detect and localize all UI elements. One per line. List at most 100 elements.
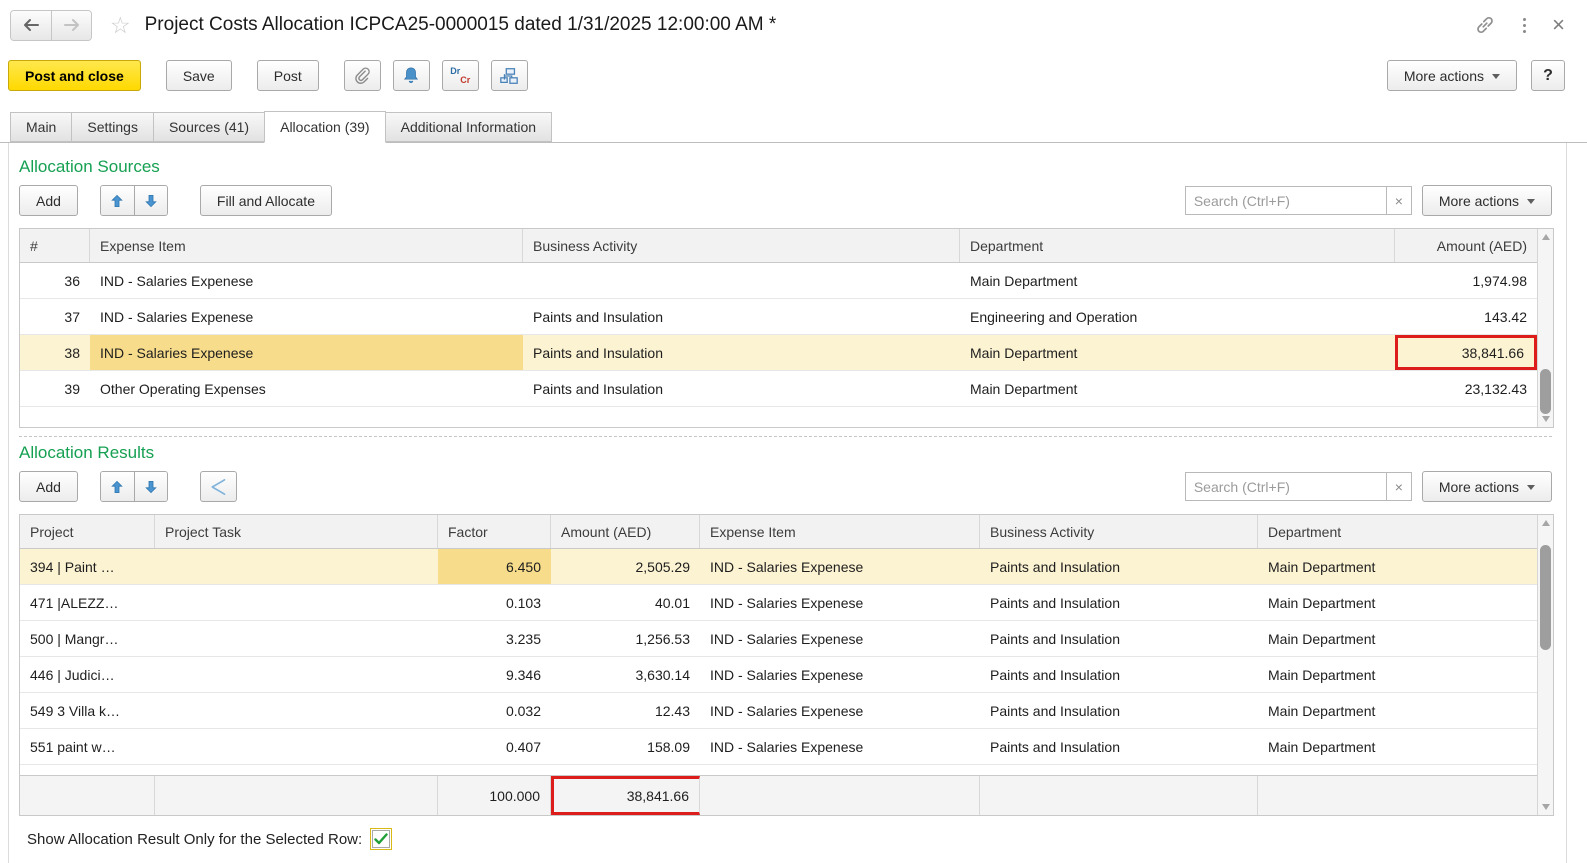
window-menu-icon[interactable] (1519, 14, 1530, 37)
table-row[interactable]: 37IND - Salaries ExpenesePaints and Insu… (20, 299, 1537, 335)
tab-allocation-39[interactable]: Allocation (39) (264, 111, 386, 143)
column-header-business-activity[interactable]: Business Activity (523, 229, 960, 262)
reminders-button[interactable] (393, 60, 430, 91)
cell-business-activity[interactable]: Paints and Insulation (523, 299, 960, 334)
cell-expense-item[interactable]: Other Operating Expenses (90, 371, 523, 406)
sources-scrollbar[interactable] (1537, 229, 1553, 427)
cell-business-activity[interactable]: Paints and Insulation (980, 549, 1258, 584)
move-down-button[interactable] (134, 186, 167, 215)
table-row[interactable]: 500 | Mangr…3.2351,256.53IND - Salaries … (20, 621, 1537, 657)
column-header-amount[interactable]: Amount (AED) (551, 515, 700, 548)
cell-expense-item[interactable]: IND - Salaries Expenese (700, 549, 980, 584)
sources-more-actions-button[interactable]: More actions (1422, 185, 1552, 216)
cell-expense-item[interactable]: IND - Salaries Expenese (90, 335, 523, 370)
cell-amount[interactable]: 12.43 (551, 693, 700, 728)
cell-num[interactable]: 38 (20, 335, 90, 370)
table-row[interactable]: 38IND - Salaries ExpenesePaints and Insu… (20, 335, 1537, 371)
column-header-project-task[interactable]: Project Task (155, 515, 438, 548)
cell-task[interactable] (155, 585, 438, 620)
cell-expense-item[interactable]: IND - Salaries Expenese (90, 263, 523, 298)
cell-business-activity[interactable]: Paints and Insulation (523, 371, 960, 406)
post-button[interactable]: Post (257, 60, 319, 91)
cell-amount[interactable]: 23,132.43 (1395, 371, 1537, 406)
column-header-business-activity[interactable]: Business Activity (980, 515, 1258, 548)
cell-amount[interactable]: 143.42 (1395, 299, 1537, 334)
column-header-expense-item[interactable]: Expense Item (90, 229, 523, 262)
cell-factor[interactable]: 0.032 (438, 693, 551, 728)
document-structure-button[interactable] (491, 60, 528, 91)
cell-department[interactable]: Engineering and Operation (960, 299, 1395, 334)
column-header-number[interactable]: # (20, 229, 90, 262)
cell-expense-item[interactable]: IND - Salaries Expenese (700, 585, 980, 620)
cell-expense-item[interactable]: IND - Salaries Expenese (90, 299, 523, 334)
sources-add-button[interactable]: Add (19, 185, 78, 216)
cell-department[interactable]: Main Department (960, 335, 1395, 370)
cell-project[interactable]: 471 |ALEZZ… (20, 585, 155, 620)
cell-num[interactable]: 37 (20, 299, 90, 334)
cell-department[interactable]: Main Department (1258, 585, 1537, 620)
table-row[interactable]: 394 | Paint … 6.4502,505.29IND - Salaries… (20, 549, 1537, 585)
tab-settings[interactable]: Settings (71, 112, 154, 142)
scrollbar-thumb[interactable] (1540, 369, 1551, 414)
cell-num[interactable]: 36 (20, 263, 90, 298)
results-add-button[interactable]: Add (19, 471, 78, 502)
scroll-up-button[interactable] (1538, 229, 1553, 245)
cell-department[interactable]: Main Department (960, 371, 1395, 406)
results-more-actions-button[interactable]: More actions (1422, 471, 1552, 502)
cell-expense-item[interactable]: IND - Salaries Expenese (700, 657, 980, 692)
table-row[interactable]: 549 3 Villa k… 0.03212.43IND - Salaries E… (20, 693, 1537, 729)
dr-cr-postings-button[interactable]: Dr Cr (442, 60, 479, 91)
sources-search-input[interactable] (1185, 186, 1387, 215)
cell-business-activity[interactable]: Paints and Insulation (980, 621, 1258, 656)
results-search-clear-button[interactable]: × (1387, 472, 1412, 501)
show-selected-row-checkbox[interactable] (370, 828, 392, 850)
table-row[interactable]: 39Other Operating ExpensesPaints and Ins… (20, 371, 1537, 407)
results-search-input[interactable] (1185, 472, 1387, 501)
forward-button[interactable] (51, 11, 91, 40)
cell-project[interactable]: 549 3 Villa k… (20, 693, 155, 728)
cell-business-activity[interactable]: Paints and Insulation (523, 335, 960, 370)
cell-department[interactable]: Main Department (960, 263, 1395, 298)
cell-factor[interactable]: 3.235 (438, 621, 551, 656)
cell-amount[interactable]: 3,630.14 (551, 657, 700, 692)
tab-main[interactable]: Main (10, 112, 72, 142)
cell-task[interactable] (155, 549, 438, 584)
cell-factor[interactable]: 9.346 (438, 657, 551, 692)
tab-additional-information[interactable]: Additional Information (385, 112, 552, 142)
cell-department[interactable]: Main Department (1258, 549, 1537, 584)
cell-business-activity[interactable]: Paints and Insulation (980, 585, 1258, 620)
cell-department[interactable]: Main Department (1258, 657, 1537, 692)
cell-business-activity[interactable]: Paints and Insulation (980, 657, 1258, 692)
cell-factor[interactable]: 0.103 (438, 585, 551, 620)
cell-project[interactable]: 394 | Paint … (20, 549, 155, 584)
cell-task[interactable] (155, 729, 438, 764)
cell-task[interactable] (155, 693, 438, 728)
tab-sources-41[interactable]: Sources (41) (153, 112, 265, 142)
cell-amount[interactable]: 2,505.29 (551, 549, 700, 584)
cell-task[interactable] (155, 621, 438, 656)
save-button[interactable]: Save (166, 60, 232, 91)
link-icon[interactable] (1473, 13, 1497, 37)
cell-factor[interactable]: 0.407 (438, 729, 551, 764)
attachments-button[interactable] (344, 60, 381, 91)
cell-amount[interactable]: 1,974.98 (1395, 263, 1537, 298)
cell-task[interactable] (155, 657, 438, 692)
cell-factor[interactable]: 6.450 (438, 549, 551, 584)
move-up-button[interactable] (101, 186, 134, 215)
allocate-button[interactable] (200, 471, 237, 502)
table-row[interactable]: 446 | Judici…9.3463,630.14IND - Salaries… (20, 657, 1537, 693)
cell-expense-item[interactable]: IND - Salaries Expenese (700, 621, 980, 656)
post-and-close-button[interactable]: Post and close (8, 60, 141, 91)
cell-amount[interactable]: 38,841.66 (1395, 335, 1537, 370)
close-icon[interactable]: × (1552, 14, 1565, 36)
more-actions-button[interactable]: More actions (1387, 60, 1517, 91)
table-row[interactable]: 471 |ALEZZ…0.10340.01IND - Salaries Expe… (20, 585, 1537, 621)
cell-expense-item[interactable]: IND - Salaries Expenese (700, 693, 980, 728)
column-header-department[interactable]: Department (1258, 515, 1537, 548)
cell-amount[interactable]: 158.09 (551, 729, 700, 764)
cell-business-activity[interactable]: Paints and Insulation (980, 729, 1258, 764)
cell-project[interactable]: 500 | Mangr… (20, 621, 155, 656)
scroll-down-button[interactable] (1538, 411, 1553, 427)
cell-department[interactable]: Main Department (1258, 693, 1537, 728)
favorite-star-icon[interactable]: ☆ (110, 14, 131, 37)
